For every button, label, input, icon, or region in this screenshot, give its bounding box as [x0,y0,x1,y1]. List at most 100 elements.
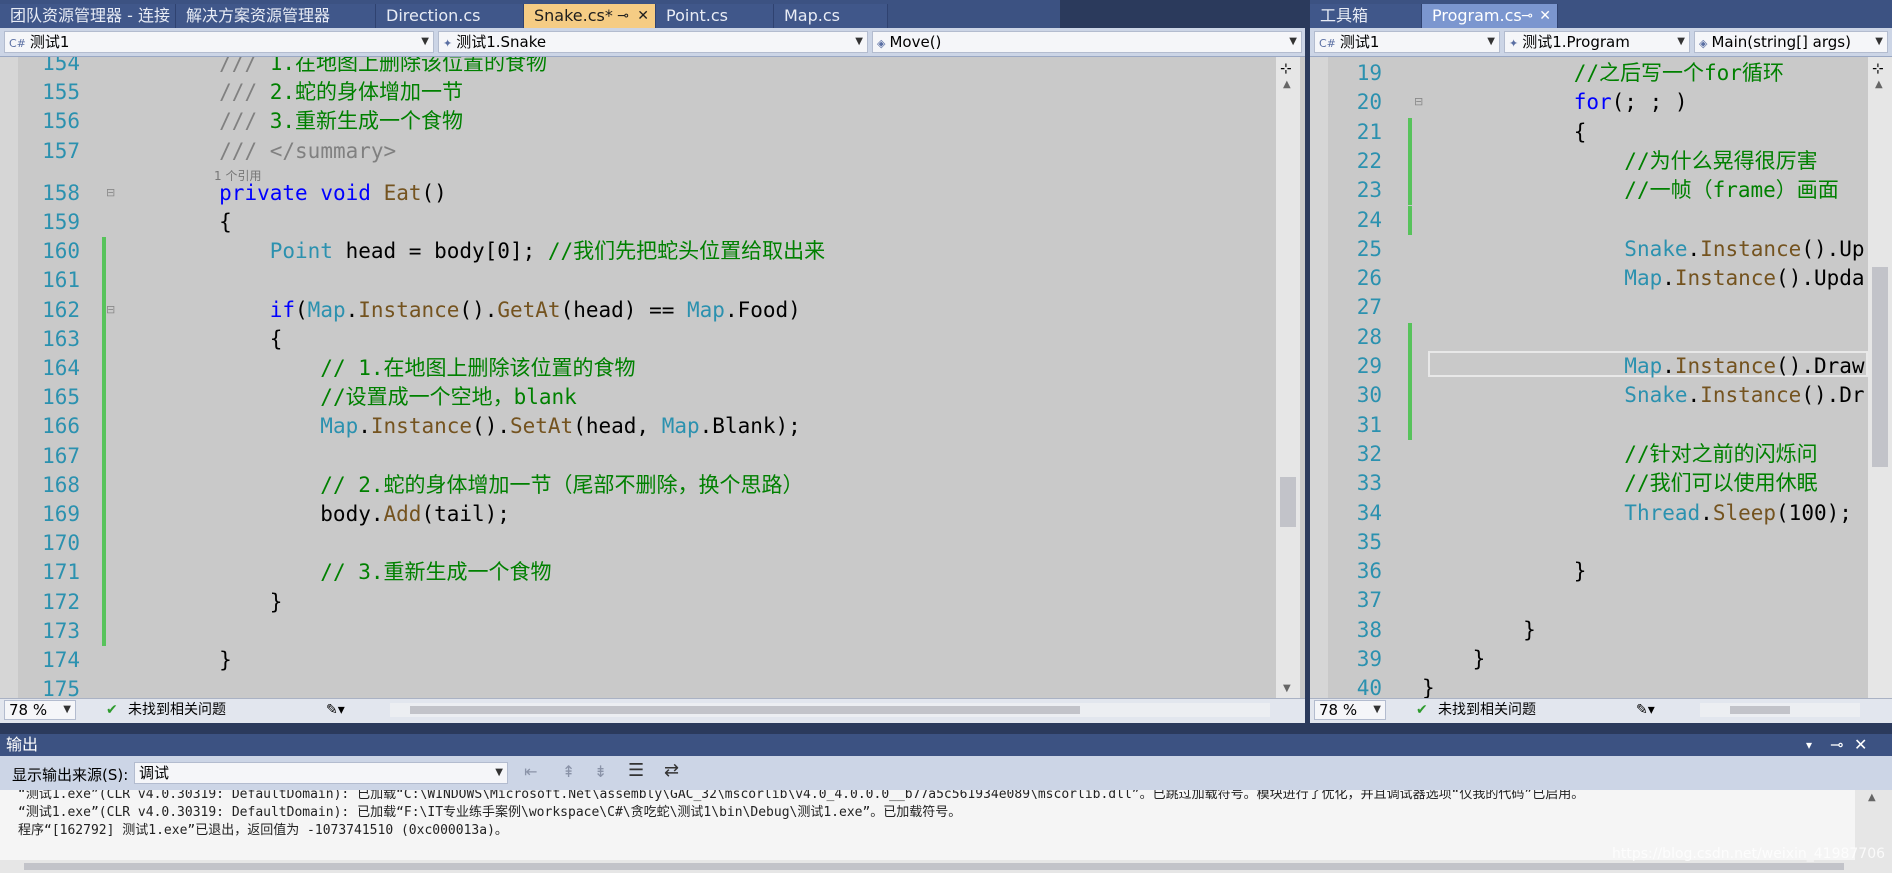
code-line[interactable]: //设置成一个空地，blank [118,383,577,412]
horizontal-scroll-thumb[interactable] [24,863,1844,870]
output-horizontal-scrollbar[interactable] [0,860,1892,873]
class-dropdown[interactable]: ✦ 测试1.Snake ▼ [438,31,868,53]
tab-solution-explorer[interactable]: 解决方案资源管理器 [176,4,376,28]
code-line[interactable]: /// 1.在地图上删除该位置的食物 [118,57,547,78]
zoom-dropdown[interactable]: 78 % ▼ [4,700,76,720]
code-line[interactable]: { [118,208,232,237]
issues-status[interactable]: 未找到相关问题 [128,699,226,721]
line-number: 25 [1356,236,1382,261]
find-message-icon[interactable]: ⇤ [524,762,537,781]
close-icon[interactable]: ✕ [1539,4,1551,28]
pin-icon[interactable]: ⊸ [617,4,629,28]
horizontal-scroll-thumb[interactable] [410,706,1080,714]
code-line[interactable]: } [1422,616,1536,645]
change-indicator [1408,410,1412,440]
project-dropdown[interactable]: C# 测试1 ▼ [4,31,434,53]
horizontal-scrollbar[interactable] [390,703,1270,717]
code-line[interactable]: } [1422,557,1587,586]
output-text-area[interactable]: “测试1.exe”(CLR v4.0.30319: DefaultDomain)… [0,790,1855,860]
right-code-editor[interactable]: 19 //之后写一个for循环 20 for(; ; ) ⊟ 21 {22 //为什么… [1310,57,1892,698]
code-line[interactable]: //为什么晃得很厉害 [1422,147,1817,176]
class-name: 测试1.Snake [456,33,547,51]
vertical-scrollbar[interactable]: ⊹ ▲ ▼ [1276,57,1300,698]
code-line[interactable]: /// 3.重新生成一个食物 [118,107,463,136]
split-icon[interactable]: ⊹ [1872,61,1884,77]
code-line[interactable]: } [118,588,283,617]
pin-icon[interactable]: ⊸ [1521,4,1533,28]
code-line[interactable]: //我们可以使用休眠 [1422,469,1817,498]
scroll-up-icon[interactable]: ▲ [1875,79,1883,90]
method-icon: ◈ [1699,37,1708,50]
previous-message-icon[interactable]: ⇞ [562,762,575,781]
split-icon[interactable]: ⊹ [1280,61,1292,77]
zoom-dropdown[interactable]: 78 % ▼ [1314,700,1386,720]
tab-toolbox[interactable]: 工具箱 [1310,4,1422,28]
code-line[interactable]: Map.Instance().SetAt(head, Map.Blank); [118,412,801,441]
member-dropdown[interactable]: ◈ Main(string[] args) ▼ [1694,31,1888,53]
code-line[interactable]: { [118,325,283,354]
tab-snake-cs[interactable]: Snake.cs* ⊸ ✕ [524,4,656,28]
clear-all-icon[interactable]: ☰ [628,760,644,781]
code-line[interactable]: // 2.蛇的身体增加一节（尾部不删除，换个思路） [118,471,803,500]
code-line[interactable]: if(Map.Instance().GetAt(head) == Map.Foo… [118,296,801,325]
tab-direction-cs[interactable]: Direction.cs [376,4,524,28]
code-line[interactable]: /// 2.蛇的身体增加一节 [118,78,463,107]
code-line[interactable]: Snake.Instance().Dr [1422,381,1864,410]
next-message-icon[interactable]: ⇟ [594,762,607,781]
code-line[interactable]: Map.Instance().Upda [1422,264,1864,293]
close-icon[interactable]: ✕ [1854,734,1867,756]
brush-icon[interactable]: ✎▾ [326,699,345,721]
left-tab-strip: 团队资源管理器 - 连接 解决方案资源管理器 Direction.cs Snak… [0,0,1060,28]
issues-status[interactable]: 未找到相关问题 [1438,699,1536,721]
dropdown-icon[interactable]: ▾ [1806,734,1812,756]
horizontal-scroll-thumb[interactable] [1730,706,1790,714]
chevron-down-icon: ▼ [1289,36,1297,47]
code-line[interactable]: for(; ; ) [1422,88,1688,117]
tab-team-explorer[interactable]: 团队资源管理器 - 连接 [0,4,176,28]
scroll-down-icon[interactable]: ▼ [1283,683,1291,694]
code-line[interactable]: } [1422,674,1435,698]
tab-point-cs[interactable]: Point.cs [656,4,774,28]
code-line[interactable]: { [1422,118,1587,147]
code-line[interactable]: // 3.重新生成一个食物 [118,558,551,587]
close-icon[interactable]: ✕ [637,4,649,28]
code-line[interactable]: Thread.Sleep(100); [1422,499,1852,528]
left-code-editor[interactable]: 154 /// 1.在地图上删除该位置的食物 155 /// 2.蛇的身体增加一节… [0,57,1305,698]
code-line[interactable]: Point head = body[0]; //我们先把蛇头位置给取出来 [118,237,825,266]
code-line[interactable]: private void Eat() [118,179,447,208]
scroll-up-icon[interactable]: ▲ [1283,79,1291,90]
code-line[interactable]: //之后写一个for循环 [1422,59,1784,88]
collapse-icon[interactable]: ⊟ [1414,95,1423,108]
word-wrap-icon[interactable]: ⇄ [664,760,679,781]
code-line[interactable]: //一帧（frame）画面 [1422,176,1839,205]
change-indicator [102,441,106,471]
scroll-thumb[interactable] [1280,477,1296,527]
reference-count-hint[interactable]: 1 个引用 [214,167,261,184]
code-line[interactable]: //针对之前的闪烁问 [1422,440,1817,469]
scroll-thumb[interactable] [1872,267,1888,467]
code-line[interactable]: } [118,646,232,675]
code-line[interactable]: body.Add(tail); [118,500,510,529]
code-line[interactable]: } [1422,645,1486,674]
change-indicator [102,266,106,296]
member-dropdown[interactable]: ◈ Move() ▼ [872,31,1302,53]
collapse-icon[interactable]: ⊟ [106,186,115,199]
project-dropdown[interactable]: C# 测试1 ▼ [1314,31,1500,53]
brush-icon[interactable]: ✎▾ [1636,699,1655,721]
tab-program-cs[interactable]: Program.cs ⊸ ✕ [1422,4,1558,28]
pin-icon[interactable]: ⊸ [1830,734,1843,756]
code-line[interactable]: // 1.在地图上删除该位置的食物 [118,354,635,383]
class-dropdown[interactable]: ✦ 测试1.Program ▼ [1504,31,1690,53]
code-line[interactable]: /// </summary> [118,137,396,166]
code-line[interactable]: Map.Instance().Draw [1422,352,1864,381]
vertical-scrollbar[interactable]: ⊹ ▲ [1868,57,1892,698]
horizontal-scrollbar[interactable] [1700,703,1860,717]
watermark: https://blog.csdn.net/weixin_41987706 [1612,846,1886,862]
collapse-icon[interactable]: ⊟ [106,303,115,316]
scroll-up-icon[interactable]: ▲ [1868,792,1876,803]
change-indicator [102,616,106,646]
output-source-dropdown[interactable]: 调试 ▼ [134,762,508,784]
code-line[interactable]: Snake.Instance().Up [1422,235,1864,264]
project-name: 测试1 [29,33,70,51]
tab-map-cs[interactable]: Map.cs [774,4,888,28]
